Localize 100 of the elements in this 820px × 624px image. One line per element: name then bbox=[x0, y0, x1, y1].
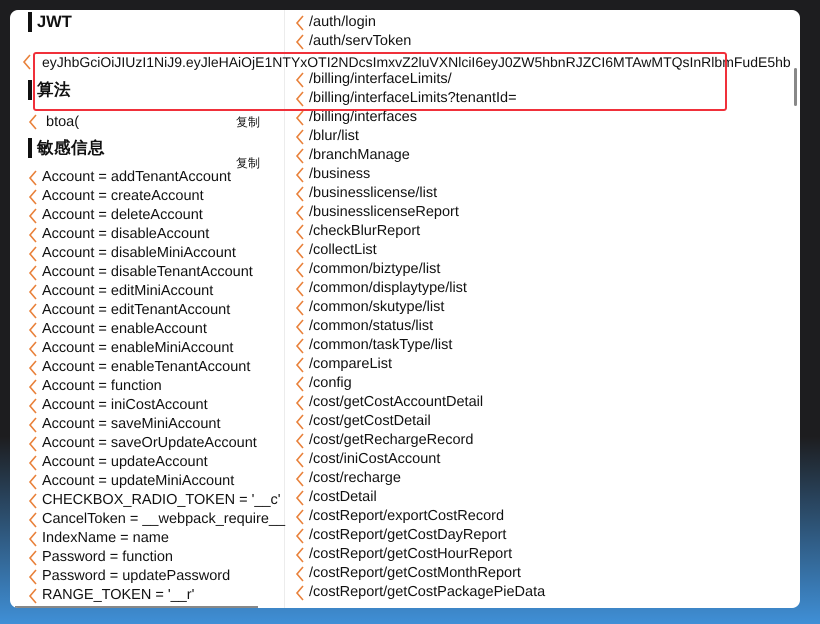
path-text: /costReport/getCostDayReport bbox=[309, 526, 506, 545]
list-item-text: RANGE_TOKEN = '__r' bbox=[42, 586, 194, 606]
chevron-icon[interactable] bbox=[295, 34, 305, 50]
path-text: /auth/servToken bbox=[309, 32, 412, 51]
path-text: /cost/getCostAccountDetail bbox=[309, 393, 484, 412]
chevron-icon[interactable] bbox=[295, 584, 305, 600]
chevron-icon[interactable] bbox=[28, 550, 38, 566]
chevron-icon[interactable] bbox=[295, 186, 305, 202]
chevron-icon[interactable] bbox=[295, 394, 305, 410]
chevron-icon[interactable] bbox=[295, 204, 305, 220]
path-text: /cost/getRechargeRecord bbox=[309, 431, 474, 450]
path-text: /cost/getCostDetail bbox=[309, 412, 431, 431]
chevron-icon[interactable] bbox=[28, 264, 38, 281]
list-item-text: IndexName = name bbox=[42, 529, 169, 548]
chevron-icon[interactable] bbox=[295, 452, 305, 468]
copy-button[interactable]: 复制 bbox=[236, 156, 260, 170]
chevron-icon[interactable] bbox=[295, 566, 305, 582]
chevron-icon[interactable] bbox=[28, 530, 38, 547]
list-item-text: Account = saveMiniAccount bbox=[42, 415, 221, 434]
path-text: /costReport/exportCostRecord bbox=[309, 507, 504, 526]
path-text: /businesslicenseReport bbox=[309, 203, 459, 222]
chevron-icon[interactable] bbox=[295, 72, 305, 88]
chevron-icon[interactable] bbox=[28, 246, 38, 262]
path-text: /cost/iniCostAccount bbox=[309, 450, 440, 469]
chevron-icon[interactable] bbox=[28, 322, 38, 338]
list-item-text: Account = updateAccount bbox=[42, 453, 208, 472]
chevron-icon[interactable] bbox=[295, 338, 305, 354]
path-text: /common/taskType/list bbox=[309, 336, 452, 355]
chevron-icon[interactable] bbox=[295, 376, 305, 392]
chevron-icon[interactable] bbox=[295, 528, 305, 544]
chevron-icon[interactable] bbox=[28, 378, 38, 395]
algorithm-text: btoa( bbox=[46, 112, 80, 132]
path-text: /checkBlurReport bbox=[309, 222, 420, 241]
list-item-text: Account = editTenantAccount bbox=[42, 301, 230, 320]
chevron-icon[interactable] bbox=[28, 340, 38, 357]
chevron-icon[interactable] bbox=[295, 546, 305, 562]
chevron-icon[interactable] bbox=[28, 474, 38, 490]
chevron-icon[interactable] bbox=[28, 170, 38, 186]
chevron-icon[interactable] bbox=[28, 398, 38, 414]
chevron-icon[interactable] bbox=[295, 14, 305, 30]
chevron-icon[interactable] bbox=[295, 280, 305, 296]
list-item-text: Account = enableMiniAccount bbox=[42, 339, 234, 358]
chevron-icon[interactable] bbox=[295, 148, 305, 164]
list-item-text: Account = disableTenantAccount bbox=[42, 263, 253, 282]
list-item-text: Account = enableAccount bbox=[42, 320, 207, 340]
list-item-text: Account = disableMiniAccount bbox=[42, 244, 236, 264]
scrollbar[interactable] bbox=[794, 68, 797, 106]
list-item-text: Account = disableAccount bbox=[42, 225, 210, 244]
chevron-icon[interactable] bbox=[295, 300, 305, 316]
copy-button[interactable]: 复制 bbox=[236, 114, 260, 128]
list-item-text: Account = iniCostAccount bbox=[42, 396, 208, 416]
path-text: /business bbox=[309, 165, 370, 184]
chevron-icon[interactable] bbox=[28, 512, 38, 528]
chevron-icon[interactable] bbox=[28, 454, 38, 471]
chevron-icon[interactable] bbox=[295, 356, 305, 372]
chevron-icon[interactable] bbox=[295, 110, 305, 126]
chevron-icon[interactable] bbox=[28, 360, 38, 376]
path-text: /billing/interfaceLimits?tenantId= bbox=[309, 89, 517, 108]
list-item-text: CancelToken = __webpack_require__ bbox=[42, 510, 286, 530]
chevron-icon[interactable] bbox=[295, 470, 305, 486]
chevron-icon[interactable] bbox=[295, 128, 305, 144]
chevron-icon[interactable] bbox=[28, 588, 38, 604]
list-item-text: Account = deleteAccount bbox=[42, 206, 203, 226]
chevron-icon[interactable] bbox=[295, 166, 305, 182]
chevron-icon[interactable] bbox=[295, 90, 305, 106]
list-item-text: Account = updateMiniAccount bbox=[42, 472, 234, 492]
chevron-icon[interactable] bbox=[28, 568, 38, 585]
chevron-icon[interactable] bbox=[28, 208, 38, 224]
path-text: /billing/interfaceLimits/ bbox=[309, 70, 452, 89]
list-item-text: Password = updatePassword bbox=[42, 567, 230, 586]
path-text: /common/status/list bbox=[309, 317, 434, 336]
chevron-icon[interactable] bbox=[28, 436, 38, 452]
chevron-icon[interactable] bbox=[28, 188, 38, 205]
chevron-icon[interactable] bbox=[295, 508, 305, 524]
chevron-icon[interactable] bbox=[295, 224, 305, 240]
chevron-icon[interactable] bbox=[28, 492, 38, 509]
chevron-icon[interactable] bbox=[295, 432, 305, 448]
path-text: /businesslicense/list bbox=[309, 184, 438, 203]
list-item-text: Account = enableTenantAccount bbox=[42, 358, 250, 378]
chevron-icon[interactable] bbox=[295, 490, 305, 506]
path-text: /compareList bbox=[309, 355, 392, 374]
chevron-icon[interactable] bbox=[295, 242, 305, 258]
path-text: /cost/recharge bbox=[309, 469, 401, 488]
chevron-icon[interactable] bbox=[295, 318, 305, 334]
chevron-icon[interactable] bbox=[22, 54, 32, 70]
chevron-icon[interactable] bbox=[28, 226, 38, 243]
chevron-icon[interactable] bbox=[28, 284, 38, 300]
chevron-icon[interactable] bbox=[28, 114, 38, 130]
path-text: /config bbox=[309, 374, 352, 393]
list-item-text: Account = addTenantAccount bbox=[42, 168, 232, 188]
path-text: /auth/login bbox=[309, 13, 376, 32]
scrollbar[interactable] bbox=[15, 606, 258, 608]
path-text: /blur/list bbox=[309, 127, 359, 146]
list-item-text: Account = function bbox=[42, 377, 162, 396]
chevron-icon[interactable] bbox=[28, 302, 38, 319]
chevron-icon[interactable] bbox=[295, 414, 305, 430]
chevron-icon[interactable] bbox=[295, 262, 305, 278]
chevron-icon[interactable] bbox=[28, 416, 38, 433]
path-text: /costDetail bbox=[309, 488, 377, 507]
path-text: /common/skutype/list bbox=[309, 298, 444, 317]
